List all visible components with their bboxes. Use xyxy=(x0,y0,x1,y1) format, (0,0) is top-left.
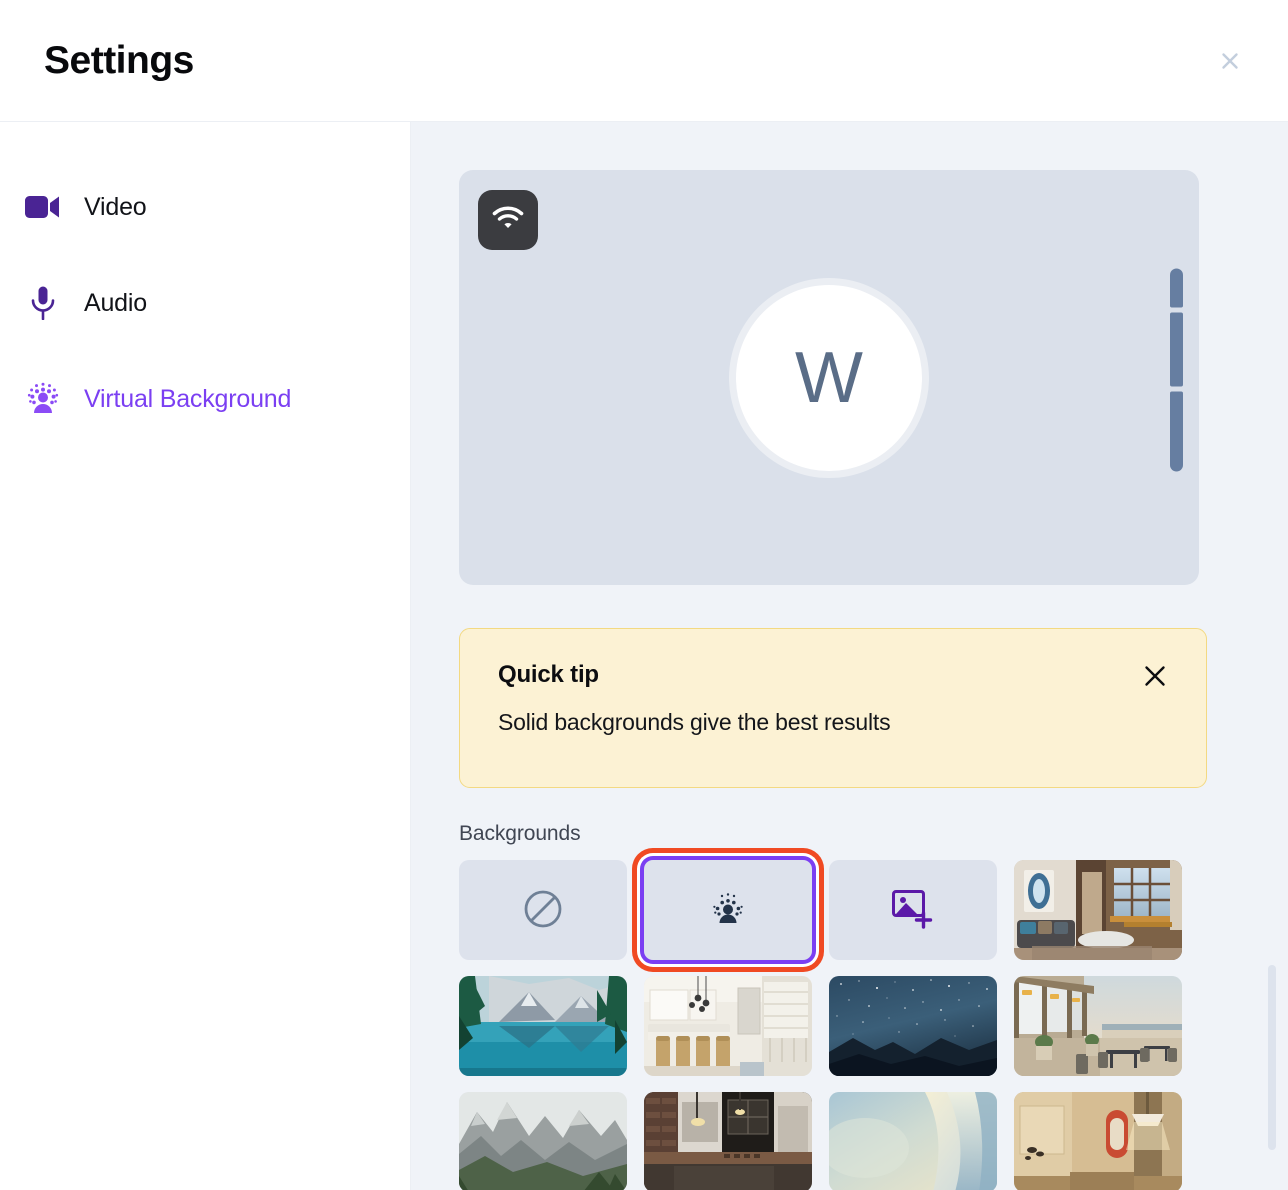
background-option-abstract-gradient[interactable] xyxy=(829,1092,997,1190)
microphone-icon xyxy=(22,282,64,324)
sidebar-item-audio[interactable]: Audio xyxy=(0,272,410,334)
settings-main-panel: W Quick tip xyxy=(411,122,1288,1190)
signal-segment xyxy=(1170,269,1183,308)
backgrounds-label: Backgrounds xyxy=(459,822,1249,846)
thumbnail-image xyxy=(1014,860,1182,960)
virtual-background-icon xyxy=(22,378,64,420)
background-option-rocky-peaks[interactable] xyxy=(459,1092,627,1190)
thumbnail-image xyxy=(1014,1092,1182,1190)
sidebar-item-label: Audio xyxy=(84,289,147,318)
backgrounds-section: Backgrounds xyxy=(459,822,1249,1190)
background-option-industrial-cafe[interactable] xyxy=(644,1092,812,1190)
thumbnail-image xyxy=(1014,976,1182,1076)
backgrounds-scrollbar[interactable] xyxy=(1268,965,1276,1150)
dismiss-quick-tip-button[interactable] xyxy=(1138,661,1172,691)
close-icon xyxy=(1142,663,1168,689)
page-title: Settings xyxy=(44,39,194,83)
avatar: W xyxy=(736,285,922,471)
quick-tip-title: Quick tip xyxy=(498,661,599,689)
background-option-add-image[interactable] xyxy=(829,860,997,960)
thumbnail-image xyxy=(459,1092,627,1190)
add-image-icon xyxy=(891,888,935,933)
background-option-starry-night[interactable] xyxy=(829,976,997,1076)
blur-background-icon xyxy=(706,890,750,931)
sidebar-item-video[interactable]: Video xyxy=(0,176,410,238)
avatar-initial: W xyxy=(795,342,863,414)
background-option-kitchen[interactable] xyxy=(644,976,812,1076)
thumbnail-image xyxy=(829,1092,997,1190)
quick-tip-banner: Quick tip Solid backgrounds give the bes… xyxy=(459,628,1207,788)
quick-tip-header: Quick tip xyxy=(498,661,1172,691)
signal-segment xyxy=(1170,392,1183,472)
sidebar-item-label: Video xyxy=(84,193,147,222)
sidebar-item-label: Virtual Background xyxy=(84,385,291,414)
no-background-icon xyxy=(520,886,566,935)
background-option-blur[interactable] xyxy=(644,860,812,960)
wifi-icon xyxy=(492,206,524,235)
thumbnail-image xyxy=(644,1092,812,1190)
close-icon xyxy=(1218,49,1242,73)
settings-sidebar: Video Audio xyxy=(0,122,411,1190)
thumbnail-image xyxy=(459,976,627,1076)
scrollbar-thumb[interactable] xyxy=(1268,965,1276,1150)
background-option-lamp-interior[interactable] xyxy=(1014,1092,1182,1190)
signal-segment xyxy=(1170,313,1183,387)
quick-tip-message: Solid backgrounds give the best results xyxy=(498,709,1172,736)
close-dialog-button[interactable] xyxy=(1208,39,1252,83)
background-option-living-room[interactable] xyxy=(1014,860,1182,960)
thumbnail-image xyxy=(644,976,812,1076)
dialog-header: Settings xyxy=(0,0,1288,122)
video-preview: W xyxy=(459,170,1199,585)
background-option-none[interactable] xyxy=(459,860,627,960)
backgrounds-grid xyxy=(459,860,1249,1190)
sidebar-item-virtual-background[interactable]: Virtual Background xyxy=(0,368,410,430)
video-camera-icon xyxy=(22,186,64,228)
background-option-mountain-lake[interactable] xyxy=(459,976,627,1076)
dialog-body: Video Audio xyxy=(0,122,1288,1190)
settings-dialog: Settings Video xyxy=(0,0,1288,1190)
background-option-beach-restaurant[interactable] xyxy=(1014,976,1182,1076)
signal-strength-bar xyxy=(1170,269,1183,474)
wifi-status-badge xyxy=(478,190,538,250)
thumbnail-image xyxy=(829,976,997,1076)
